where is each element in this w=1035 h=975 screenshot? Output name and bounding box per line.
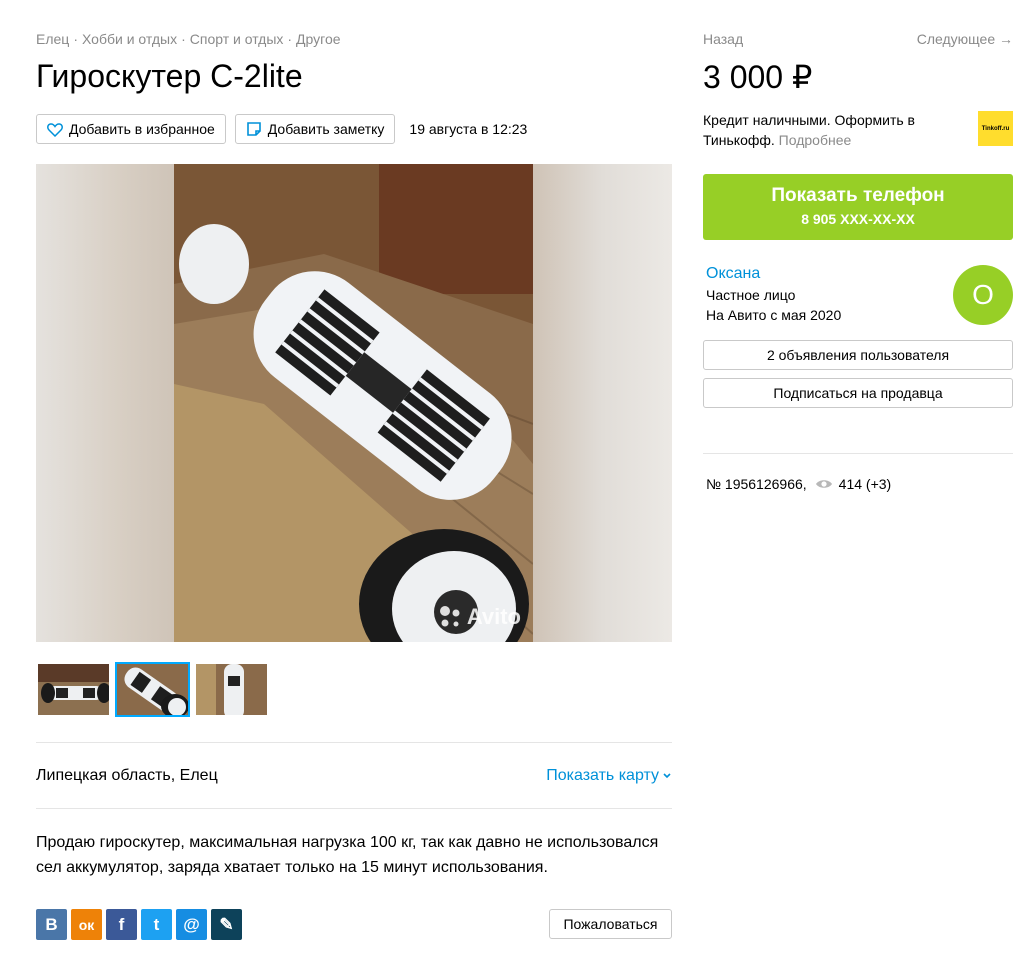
- next-link[interactable]: Следующее →: [917, 31, 1013, 47]
- seller-name-link[interactable]: Оксана: [706, 265, 760, 283]
- credit-offer: Кредит наличными. Оформить в Тинькофф. П…: [703, 110, 963, 150]
- ad-number: № 1956126966,: [706, 476, 807, 492]
- vk-icon: B: [45, 914, 58, 934]
- tinkoff-logo[interactable]: Tinkoff.ru: [978, 111, 1013, 146]
- photo-gallery[interactable]: Avito: [36, 164, 672, 642]
- price: 3 000 ₽: [703, 59, 813, 95]
- add-note-button[interactable]: Добавить заметку: [234, 114, 396, 144]
- share-facebook-button[interactable]: f: [106, 909, 137, 940]
- share-vk-button[interactable]: B: [36, 909, 67, 940]
- chevron-down-icon: [663, 773, 671, 779]
- show-map-link[interactable]: Показать карту: [546, 767, 672, 785]
- thumbnail-strip: [36, 662, 273, 717]
- thumbnail-image: [196, 664, 267, 715]
- show-map-label: Показать карту: [546, 767, 659, 784]
- breadcrumb-separator: ·: [287, 31, 293, 47]
- eye-icon: [815, 480, 832, 488]
- add-note-label: Добавить заметку: [267, 121, 385, 137]
- breadcrumb-hobby[interactable]: Хобби и отдых: [82, 31, 177, 47]
- heart-icon: [47, 122, 63, 137]
- listing-actions: Добавить в избранное Добавить заметку 19…: [36, 114, 527, 144]
- twitter-icon: t: [153, 914, 160, 934]
- phone-number-masked: 8 905 XXX-XX-XX: [801, 211, 915, 227]
- share-twitter-button[interactable]: t: [141, 909, 172, 940]
- add-favorite-button[interactable]: Добавить в избранное: [36, 114, 226, 144]
- ok-icon: ок: [78, 916, 95, 933]
- share-livejournal-button[interactable]: ✎: [211, 909, 242, 940]
- subscribe-seller-button[interactable]: Подписаться на продавца: [703, 378, 1013, 408]
- watermark-text: Avito: [466, 604, 521, 629]
- livejournal-icon: ✎: [219, 914, 234, 934]
- breadcrumb-separator: ·: [181, 31, 186, 47]
- view-count: 414 (+3): [838, 476, 892, 492]
- add-favorite-label: Добавить в избранное: [69, 121, 215, 137]
- mail-icon: @: [183, 914, 200, 934]
- avito-logo-icon: [439, 606, 460, 627]
- avatar[interactable]: О: [953, 265, 1013, 325]
- main-photo[interactable]: Avito: [174, 164, 533, 642]
- publish-date: 19 августа в 12:23: [409, 121, 528, 137]
- breadcrumb-separator: ·: [73, 31, 78, 47]
- note-icon: [246, 122, 261, 136]
- facebook-icon: f: [118, 914, 125, 934]
- seller-type: Частное лицо: [706, 287, 796, 303]
- show-phone-label: Показать телефон: [771, 185, 945, 206]
- credit-more-link[interactable]: Подробнее: [779, 132, 852, 148]
- thumbnail-3[interactable]: [194, 662, 269, 717]
- back-link[interactable]: Назад: [703, 31, 743, 47]
- complain-button[interactable]: Пожаловаться: [549, 909, 672, 939]
- listing-meta: № 1956126966, 414 (+3): [706, 476, 891, 492]
- share-ok-button[interactable]: ок: [71, 909, 102, 940]
- hoverboard-photo: [174, 164, 533, 642]
- thumbnail-image: [38, 664, 109, 715]
- page-title: Гироскутер C-2lite: [36, 58, 303, 94]
- gallery-blur-right: [533, 164, 672, 642]
- listing-description: Продаю гироскутер, максимальная нагрузка…: [36, 834, 659, 876]
- share-buttons: B ок f t @ ✎: [36, 909, 246, 940]
- location-text: Липецкая область, Елец: [36, 767, 218, 784]
- breadcrumb-sport[interactable]: Спорт и отдых: [190, 31, 284, 47]
- share-mail-button[interactable]: @: [176, 909, 207, 940]
- breadcrumb: Елец · Хобби и отдых · Спорт и отдых · Другое: [36, 31, 341, 47]
- seller-since: На Авито с мая 2020: [706, 307, 842, 323]
- thumbnail-image: [117, 664, 188, 715]
- thumbnail-1[interactable]: [36, 662, 111, 717]
- breadcrumb-other[interactable]: Другое: [296, 31, 340, 47]
- thumbnail-2[interactable]: [115, 662, 190, 717]
- divider: [703, 453, 1013, 454]
- show-phone-button[interactable]: Показать телефон 8 905 XXX-XX-XX: [703, 174, 1013, 240]
- gallery-blur-left: [36, 164, 174, 642]
- divider: [36, 808, 672, 809]
- breadcrumb-city[interactable]: Елец: [36, 31, 69, 47]
- seller-listings-button[interactable]: 2 объявления пользователя: [703, 340, 1013, 370]
- avito-watermark: Avito: [437, 604, 521, 630]
- divider: [36, 742, 672, 743]
